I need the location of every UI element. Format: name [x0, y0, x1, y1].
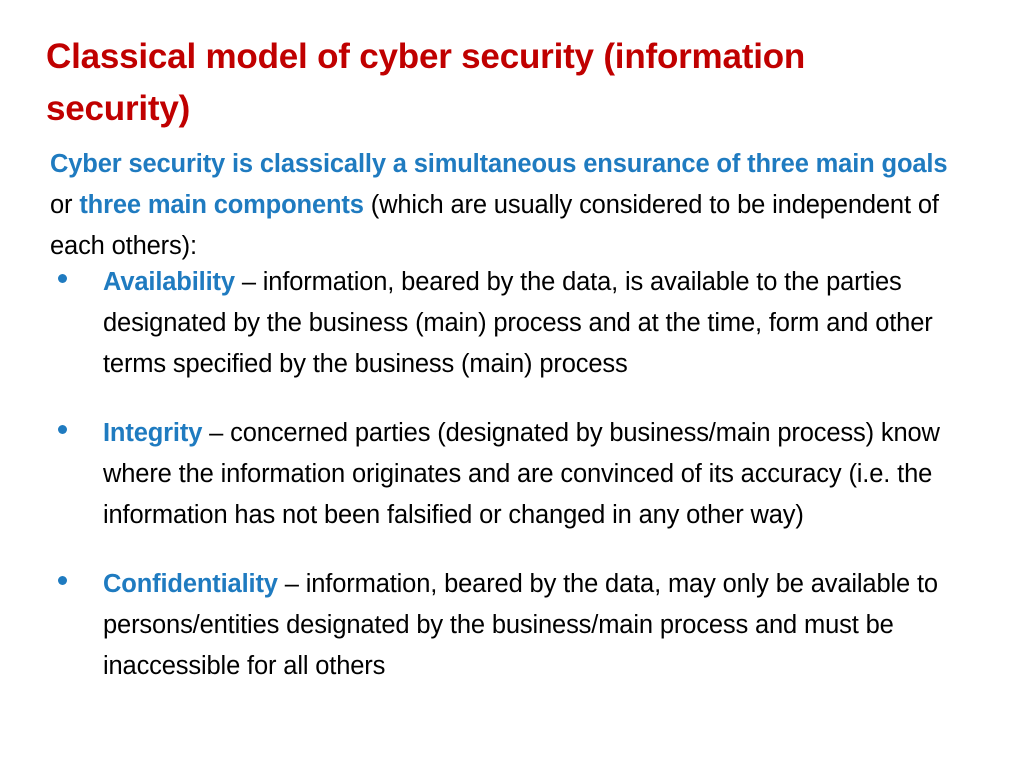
- intro-paragraph: Cyber security is classically a simultan…: [50, 144, 948, 267]
- bullet-dot-icon: [58, 425, 67, 434]
- list-item-term: Confidentiality: [103, 570, 278, 598]
- list-item-term: Availability: [103, 268, 235, 296]
- bullet-dot-icon: [58, 576, 67, 585]
- list-item-dash: –: [202, 419, 231, 447]
- list-item-text: Confidentiality – information, beared by…: [103, 570, 938, 680]
- list-item: Confidentiality – information, beared by…: [0, 564, 1024, 687]
- list-item-term: Integrity: [103, 419, 203, 447]
- page-title: Classical model of cyber security (infor…: [46, 37, 806, 129]
- intro-conjunction: or: [50, 190, 80, 219]
- list-item-dash: –: [234, 268, 263, 296]
- presentation-slide: Classical model of cyber security (infor…: [0, 0, 1024, 768]
- list-item-text: Integrity – concerned parties (designate…: [103, 419, 940, 529]
- intro-highlight-goals: Cyber security is classically a simultan…: [50, 149, 948, 178]
- list-item-text: Availability – information, beared by th…: [103, 268, 933, 378]
- bullet-dot-icon: [58, 274, 67, 283]
- list-item-dash: –: [277, 570, 306, 598]
- intro-highlight-components: three main components: [79, 190, 364, 219]
- list-item: Availability – information, beared by th…: [0, 262, 1024, 385]
- list-item: Integrity – concerned parties (designate…: [0, 413, 1024, 536]
- bullet-list: Availability – information, beared by th…: [0, 262, 1024, 715]
